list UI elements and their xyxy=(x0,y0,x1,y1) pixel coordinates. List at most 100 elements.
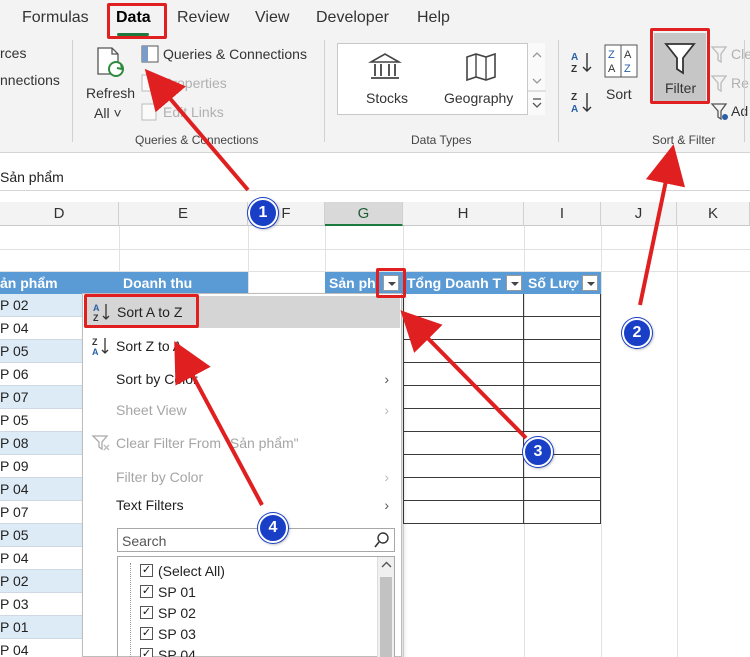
tab-formulas[interactable]: Formulas xyxy=(22,9,89,27)
formula-bar[interactable]: Sản phẩm xyxy=(0,163,750,191)
sort-dialog-icon: Z A A Z xyxy=(604,44,638,78)
table-cell[interactable] xyxy=(403,363,524,386)
table-cell[interactable] xyxy=(403,340,524,363)
column-header-g[interactable]: G xyxy=(325,202,403,226)
sort-button[interactable]: Z A A Z Sort xyxy=(600,42,644,114)
sort-z-to-a-label: Sort Z to A xyxy=(116,338,183,354)
filter-dropdown-button-quantity[interactable] xyxy=(582,275,598,291)
column-header-e[interactable]: E xyxy=(119,202,248,226)
column-header-h[interactable]: H xyxy=(403,202,524,226)
queries-icon xyxy=(141,45,159,63)
menu-item-clear-filter[interactable]: Clear Filter From "Sản phẩm" xyxy=(83,427,401,459)
filter-dropdown-button-total[interactable] xyxy=(506,275,522,291)
advanced-filter-icon xyxy=(710,103,728,121)
list-item[interactable]: ✓ SP 03 xyxy=(140,624,196,644)
step-badge-3: 3 xyxy=(523,437,553,467)
table-cell[interactable] xyxy=(523,294,601,317)
tab-view[interactable]: View xyxy=(255,9,289,27)
svg-text:A: A xyxy=(571,104,578,115)
list-item-label: SP 03 xyxy=(158,626,196,642)
header-cell-revenue[interactable]: Doanh thu xyxy=(119,272,248,294)
table-cell[interactable] xyxy=(403,501,524,524)
list-item-select-all[interactable]: ✓ (Select All) xyxy=(140,561,225,581)
chevron-right-icon: › xyxy=(384,402,389,418)
header-cell-product[interactable]: ản phẩm xyxy=(0,272,119,294)
checkbox-icon[interactable]: ✓ xyxy=(140,564,153,577)
properties-icon xyxy=(141,74,159,92)
tab-help[interactable]: Help xyxy=(417,9,450,27)
checkbox-icon[interactable]: ✓ xyxy=(140,585,153,598)
tree-line xyxy=(130,563,131,657)
column-headers: D E F G H I J K xyxy=(0,202,750,226)
table-cell[interactable] xyxy=(523,340,601,363)
list-item-label: (Select All) xyxy=(158,563,225,579)
ribbon-separator xyxy=(558,40,559,142)
svg-text:Z: Z xyxy=(92,337,98,347)
table-cell[interactable] xyxy=(403,386,524,409)
map-icon xyxy=(466,52,496,82)
properties-button[interactable]: Properties xyxy=(163,75,227,91)
table-cell[interactable] xyxy=(403,294,524,317)
table-cell[interactable] xyxy=(523,478,601,501)
svg-text:A: A xyxy=(608,63,616,75)
scroll-thumb[interactable] xyxy=(380,577,392,657)
sheet-view-label: Sheet View xyxy=(116,402,187,418)
list-item[interactable]: ✓ SP 04 xyxy=(140,645,196,657)
table-cell[interactable] xyxy=(403,317,524,340)
connections-partial-label[interactable]: nnections xyxy=(0,72,60,88)
column-header-k[interactable]: K xyxy=(677,202,750,226)
group-label-queries: Queries & Connections xyxy=(135,133,259,147)
step-badge-2: 2 xyxy=(622,318,652,348)
list-item-label: SP 02 xyxy=(158,605,196,621)
formula-bar-value: Sản phẩm xyxy=(0,169,64,185)
clear-button[interactable]: Cle xyxy=(731,46,750,62)
advanced-button[interactable]: Ad xyxy=(731,103,748,119)
stocks-icon xyxy=(368,53,402,79)
table-cell[interactable] xyxy=(403,478,524,501)
search-placeholder: Search xyxy=(122,533,167,549)
group-label-datatypes: Data Types xyxy=(411,133,472,147)
svg-text:Z: Z xyxy=(608,49,615,61)
svg-text:Z: Z xyxy=(624,63,631,75)
sort-ascending-icon[interactable]: A Z xyxy=(570,50,594,76)
tab-developer[interactable]: Developer xyxy=(316,9,389,27)
table-cell[interactable] xyxy=(403,432,524,455)
column-header-d[interactable]: D xyxy=(0,202,119,226)
table-cell[interactable] xyxy=(523,363,601,386)
search-icon xyxy=(374,532,389,548)
ribbon-separator xyxy=(72,40,73,142)
filter-dropdown-menu: A Z Sort A to Z Z A Sort Z to A Sort by … xyxy=(82,293,402,657)
gridline xyxy=(601,226,602,657)
ribbon-panel: rces nnections Refresh All ˅ Queries & C… xyxy=(0,33,750,153)
checkbox-icon[interactable]: ✓ xyxy=(140,606,153,619)
get-data-partial-label[interactable]: rces xyxy=(0,45,26,61)
edit-links-button[interactable]: Edit Links xyxy=(163,104,224,120)
stocks-button[interactable]: Stocks xyxy=(340,44,430,114)
queries-connections-button[interactable]: Queries & Connections xyxy=(163,46,307,62)
reapply-button[interactable]: Re xyxy=(731,75,749,91)
table-cell[interactable] xyxy=(523,409,601,432)
checkbox-icon[interactable]: ✓ xyxy=(140,648,153,657)
tab-review[interactable]: Review xyxy=(177,9,229,27)
menu-item-sort-z-to-a[interactable]: Z A Sort Z to A xyxy=(83,330,401,362)
gridline xyxy=(677,226,678,657)
table-cell[interactable] xyxy=(523,317,601,340)
geography-button[interactable]: Geography xyxy=(434,44,526,114)
list-item[interactable]: ✓ SP 02 xyxy=(140,603,196,623)
table-cell[interactable] xyxy=(403,409,524,432)
table-cell[interactable] xyxy=(403,455,524,478)
checkbox-icon[interactable]: ✓ xyxy=(140,627,153,640)
table-cell[interactable] xyxy=(523,386,601,409)
column-header-j[interactable]: J xyxy=(601,202,677,226)
list-scrollbar[interactable] xyxy=(377,557,394,657)
column-header-i[interactable]: I xyxy=(524,202,601,226)
sort-descending-icon[interactable]: Z A xyxy=(570,90,594,116)
list-item[interactable]: ✓ SP 01 xyxy=(140,582,196,602)
data-types-scroll[interactable] xyxy=(527,43,546,115)
table-cell[interactable] xyxy=(523,501,601,524)
filter-search-input[interactable]: Search xyxy=(117,528,395,552)
menu-item-sheet-view[interactable]: Sheet View › xyxy=(83,394,401,426)
menu-item-text-filters[interactable]: Text Filters › xyxy=(83,489,401,521)
refresh-all-button[interactable]: Refresh All ˅ xyxy=(82,43,138,123)
menu-item-sort-by-color[interactable]: Sort by Color › xyxy=(83,363,401,395)
